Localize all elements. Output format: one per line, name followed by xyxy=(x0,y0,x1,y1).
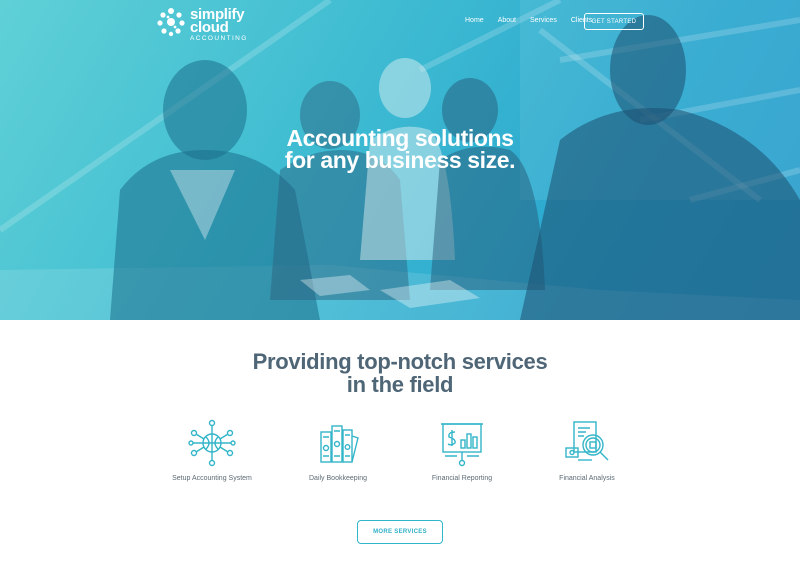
hero-headline: Accounting solutions for any business si… xyxy=(0,125,800,173)
services-heading: Providing top-notch services in the fiel… xyxy=(0,350,800,396)
service-label: Financial Analysis xyxy=(559,475,615,482)
nav-item-about[interactable]: About xyxy=(498,17,516,24)
ledger-books-icon xyxy=(320,425,359,463)
services-heading-line1: Providing top-notch services xyxy=(252,349,548,374)
hero-section: simplify cloud ACCOUNTING Home About Ser… xyxy=(0,0,800,320)
brand-logo[interactable]: simplify cloud ACCOUNTING xyxy=(156,7,248,43)
hero-headline-line1: Accounting solutions xyxy=(286,125,514,151)
nav-item-home[interactable]: Home xyxy=(465,17,484,24)
nav-item-services[interactable]: Services xyxy=(530,17,557,24)
hero-headline-line2: for any business size. xyxy=(284,147,516,173)
document-magnifier-icon xyxy=(565,421,609,461)
cloud-dots-icon xyxy=(157,8,185,37)
get-started-button[interactable]: GET STARTED xyxy=(584,13,644,30)
brand-line3: ACCOUNTING xyxy=(190,35,248,42)
service-label: Daily Bookkeeping xyxy=(309,475,367,482)
service-label: Setup Accounting System xyxy=(172,475,252,482)
service-card-analysis[interactable]: Financial Analysis xyxy=(527,418,647,482)
service-card-reporting[interactable]: Financial Reporting xyxy=(402,418,522,482)
service-label: Financial Reporting xyxy=(431,475,493,482)
service-card-bookkeeping[interactable]: Daily Bookkeeping xyxy=(278,418,398,482)
service-card-setup[interactable]: Setup Accounting System xyxy=(152,418,272,482)
presentation-board-icon xyxy=(441,423,483,467)
services-heading-line2: in the field xyxy=(346,372,454,397)
more-services-button[interactable]: MORE SERVICES xyxy=(357,520,443,544)
network-globe-icon xyxy=(188,419,236,467)
